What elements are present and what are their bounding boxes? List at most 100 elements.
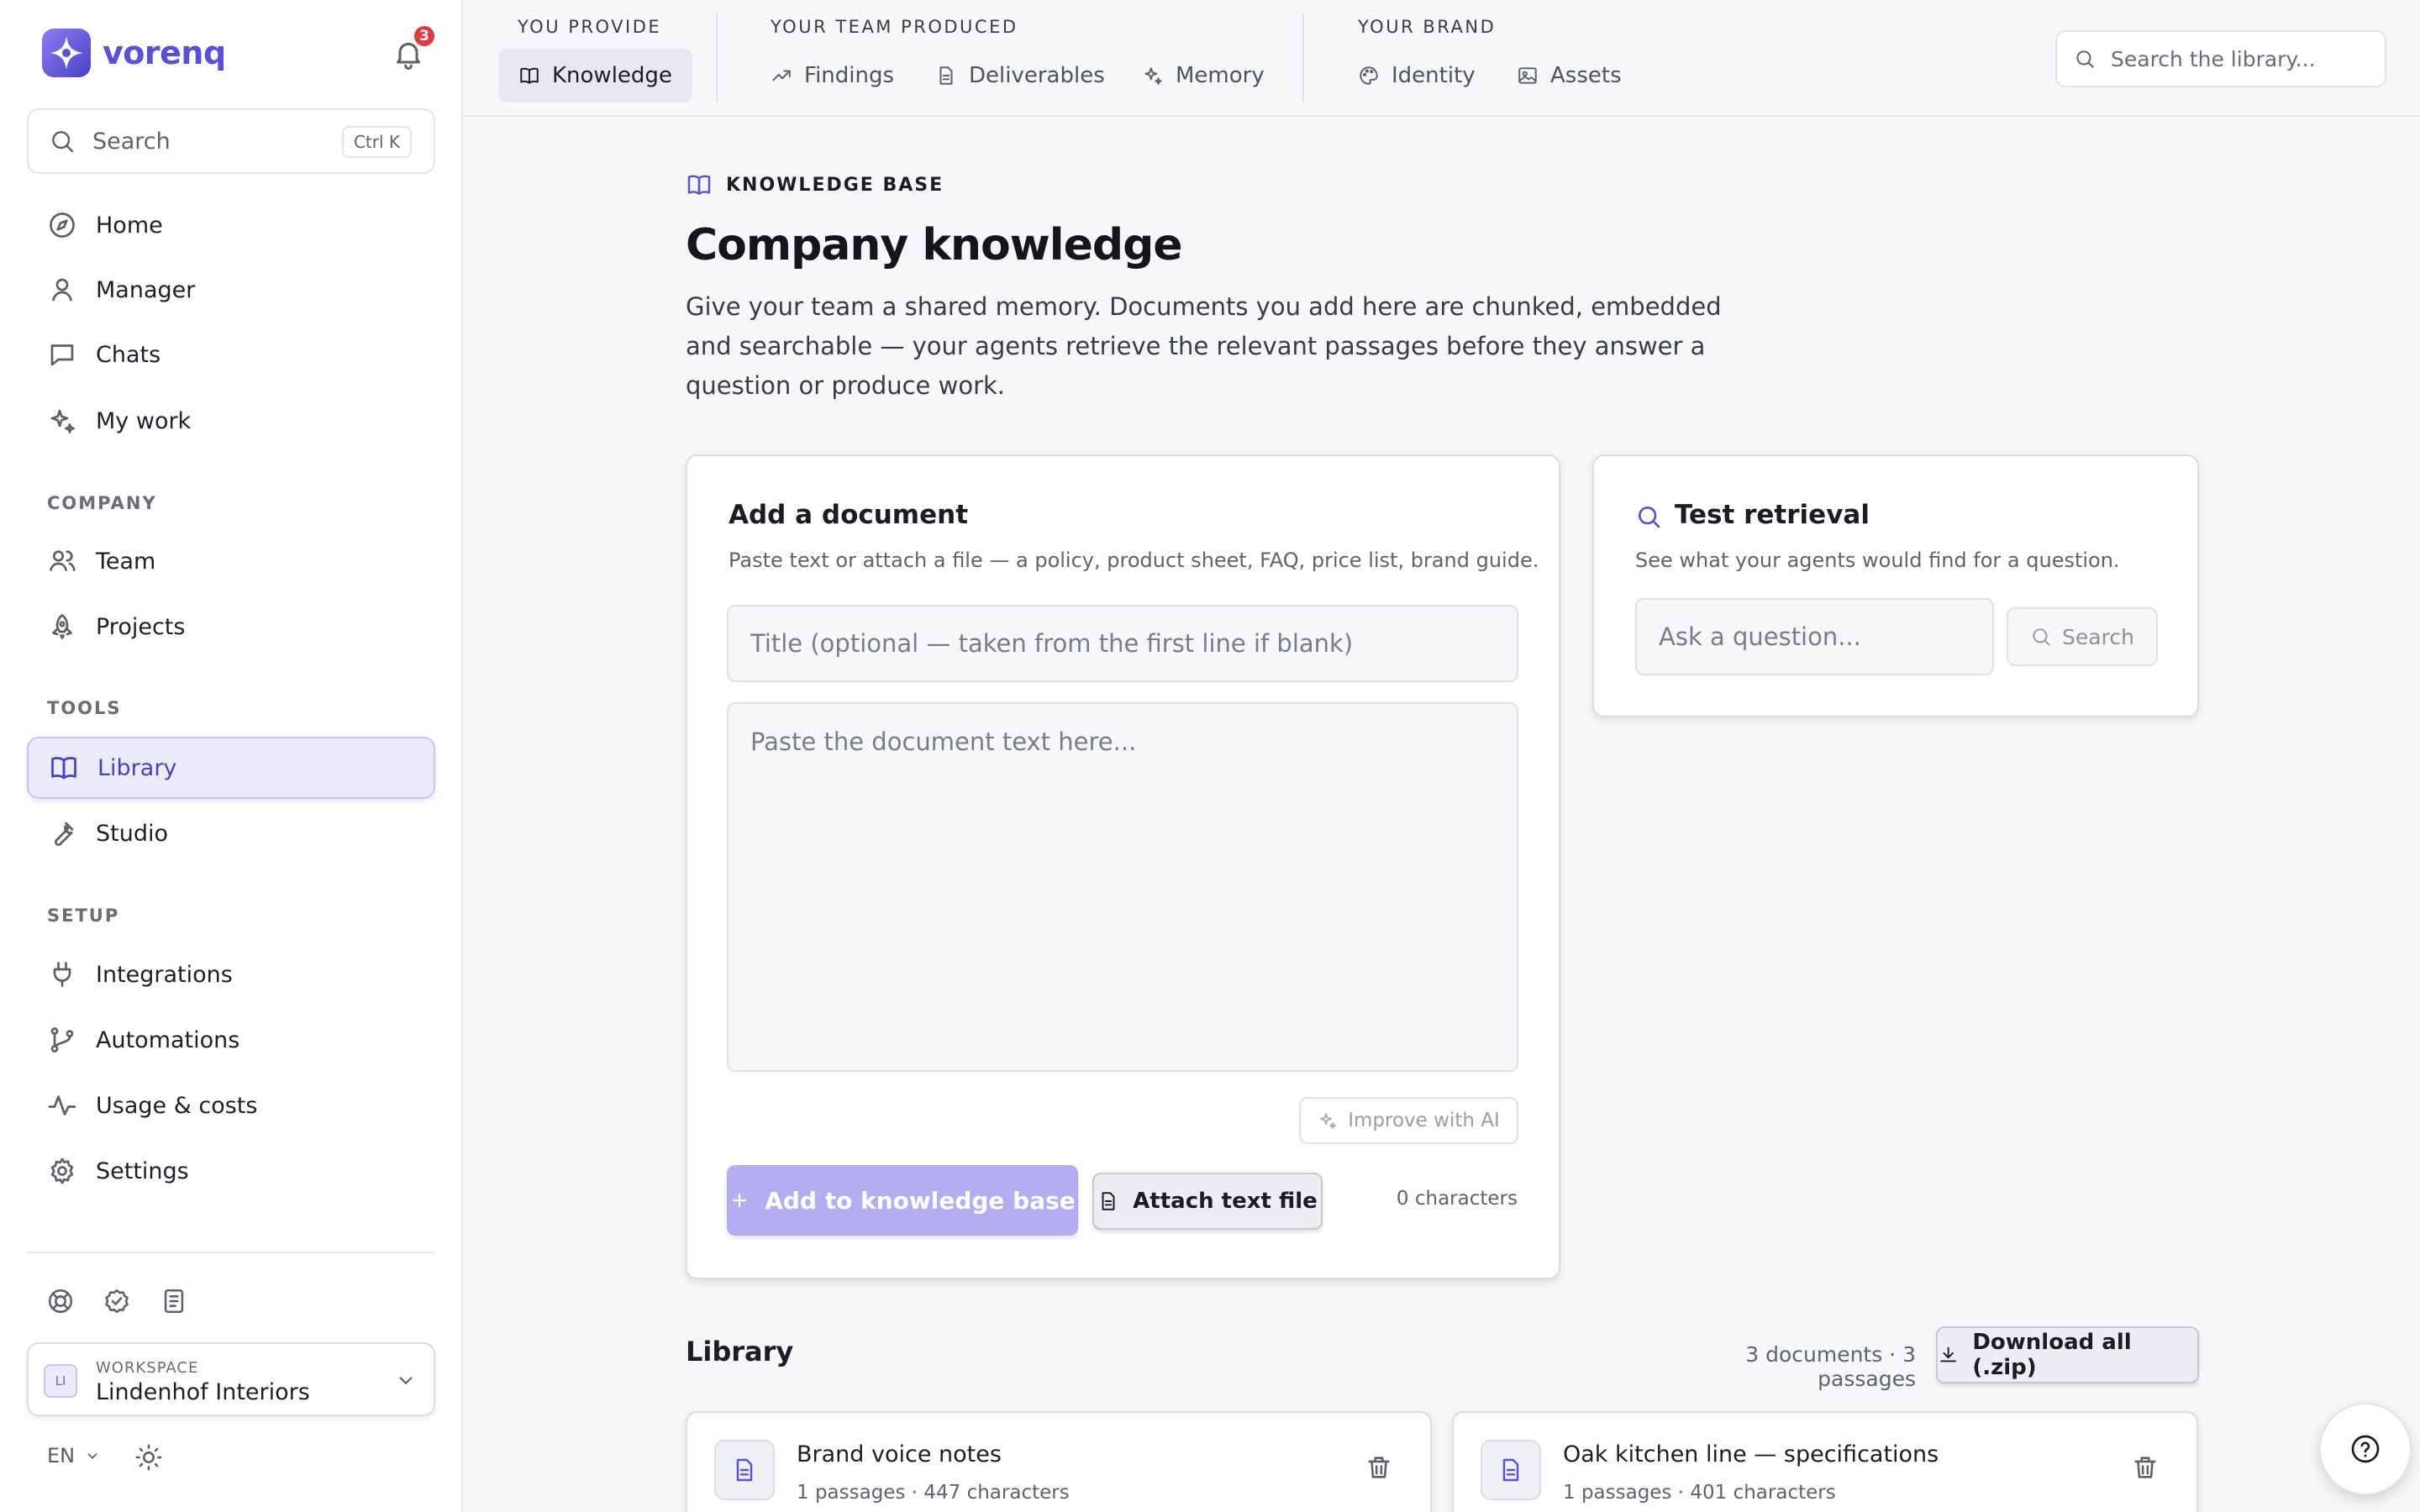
sidebar-item-automations[interactable]: Automations — [27, 1009, 435, 1071]
add-to-knowledge-base-button[interactable]: Add to knowledge base — [727, 1165, 1078, 1236]
tab-label: Findings — [804, 63, 895, 88]
sidebar-item-integrations[interactable]: Integrations — [27, 943, 435, 1005]
search-icon — [52, 131, 74, 153]
workspace-switcher[interactable]: LI WORKSPACE Lindenhof Interiors — [27, 1342, 435, 1416]
file-icon — [1102, 1192, 1115, 1210]
retrieval-search-label: Search — [2062, 624, 2134, 649]
sidebar-item-label: Home — [96, 212, 163, 239]
sparkles-icon — [50, 409, 75, 433]
sidebar-item-settings[interactable]: Settings — [27, 1140, 435, 1202]
topnav-divider — [716, 13, 718, 102]
chevron-down-icon — [399, 1377, 413, 1384]
sidebar-item-label: Projects — [96, 613, 186, 640]
document-meta: 1 passages · 447 characters — [797, 1482, 1070, 1504]
topnav-group-label: YOUR TEAM PRODUCED — [771, 17, 1018, 37]
document-meta: 1 passages · 401 characters — [1563, 1482, 1836, 1504]
sidebar-item-library[interactable]: Library — [27, 737, 435, 799]
sun-icon[interactable] — [134, 1443, 163, 1472]
document-body-textarea[interactable] — [727, 702, 1518, 1072]
workspace-label: WORKSPACE — [96, 1359, 199, 1377]
document-card[interactable]: Brand voice notes 1 passages · 447 chara… — [686, 1411, 1432, 1512]
retrieval-question-input[interactable] — [1635, 598, 1994, 675]
topnav-divider — [1302, 13, 1304, 102]
library-stats: 3 documents · 3 passages — [1745, 1342, 1916, 1391]
download-all-label: Download all (.zip) — [1972, 1330, 2132, 1380]
page-title: Company knowledge — [686, 220, 1183, 270]
document-icon — [714, 1440, 775, 1500]
sidebar-item-team[interactable]: Team — [27, 530, 435, 592]
gear-icon — [50, 1158, 74, 1184]
sparkles-icon — [1320, 1113, 1337, 1129]
tab-label: Knowledge — [552, 63, 672, 88]
book-open-icon — [520, 67, 539, 84]
improve-with-ai-button[interactable]: Improve with AI — [1299, 1097, 1518, 1144]
search-icon — [2033, 628, 2050, 646]
sidebar-item-label: Manager — [96, 276, 196, 303]
tab-deliverables[interactable]: Deliverables — [915, 49, 1125, 102]
search-icon — [1639, 507, 1660, 528]
sidebar-item-home[interactable]: Home — [27, 194, 435, 256]
git-branch-icon — [50, 1027, 74, 1053]
search-icon — [2076, 50, 2094, 68]
library-search[interactable] — [2055, 30, 2386, 87]
section-label-company: COMPANY — [47, 493, 157, 513]
workspace-avatar: LI — [44, 1364, 77, 1398]
sparkles-icon — [1144, 67, 1162, 85]
trash-icon[interactable] — [2131, 1453, 2160, 1482]
sidebar-item-studio[interactable]: Studio — [27, 802, 435, 864]
sidebar-item-chats[interactable]: Chats — [27, 323, 435, 386]
wrench-icon — [54, 822, 74, 847]
document-card[interactable]: Oak kitchen line — specifications 1 pass… — [1452, 1411, 2198, 1512]
language-selector[interactable]: EN — [47, 1444, 102, 1467]
topnav-group-label: YOUR BRAND — [1358, 17, 1497, 37]
card-title: Add a document — [729, 500, 969, 530]
sidebar-item-projects[interactable]: Projects — [27, 596, 435, 658]
plus-icon — [733, 1193, 747, 1208]
user-icon — [52, 278, 72, 302]
card-subtitle: Paste text or attach a file — a policy, … — [729, 549, 1539, 572]
character-count: 0 characters — [1396, 1188, 1518, 1210]
help-circle-icon — [2351, 1435, 2380, 1463]
brand[interactable]: vorenq — [42, 29, 226, 77]
image-icon — [1518, 67, 1537, 84]
tab-knowledge[interactable]: Knowledge — [498, 49, 692, 102]
book-open-icon — [687, 175, 711, 195]
brand-logo-icon — [42, 29, 91, 77]
library-search-input[interactable] — [2111, 46, 2380, 71]
add-to-knowledge-base-label: Add to knowledge base — [765, 1186, 1076, 1215]
sidebar-item-my-work[interactable]: My work — [27, 390, 435, 452]
eyebrow: KNOWLEDGE BASE — [686, 171, 944, 198]
tab-label: Identity — [1392, 63, 1476, 88]
plug-icon — [53, 962, 71, 987]
sidebar-item-manager[interactable]: Manager — [27, 259, 435, 321]
trash-icon[interactable] — [1365, 1453, 1393, 1482]
sidebar-item-label: Automations — [96, 1026, 240, 1053]
shield-check-icon[interactable] — [103, 1287, 131, 1315]
sidebar-item-label: Studio — [96, 820, 168, 847]
download-all-button[interactable]: Download all (.zip) — [1936, 1326, 2199, 1383]
sidebar-item-usage-costs[interactable]: Usage & costs — [27, 1074, 435, 1137]
palette-icon — [1360, 66, 1378, 85]
activity-icon — [48, 1095, 76, 1116]
file-icon — [736, 1458, 753, 1482]
retrieval-search-button[interactable]: Search — [2007, 607, 2158, 666]
eyebrow-label: KNOWLEDGE BASE — [726, 174, 944, 196]
attach-text-file-button[interactable]: Attach text file — [1092, 1173, 1323, 1230]
tab-memory[interactable]: Memory — [1122, 49, 1285, 102]
rocket-icon — [52, 614, 72, 639]
section-label-setup: SETUP — [47, 906, 120, 926]
help-button[interactable] — [2319, 1403, 2412, 1495]
topnav-group-label: YOU PROVIDE — [518, 17, 662, 37]
tab-findings[interactable]: Findings — [750, 49, 914, 102]
notification-badge: 3 — [412, 24, 437, 49]
document-title: Oak kitchen line — specifications — [1563, 1441, 1939, 1467]
sidebar-search[interactable]: Search Ctrl K — [27, 108, 435, 174]
lifebuoy-icon[interactable] — [46, 1287, 75, 1315]
page-description: Give your team a shared memory. Document… — [686, 292, 1722, 400]
test-retrieval-card: Test retrieval See what your agents woul… — [1592, 454, 2199, 717]
document-list-icon[interactable] — [160, 1287, 188, 1315]
tab-assets[interactable]: Assets — [1497, 49, 1642, 102]
document-title-input[interactable] — [727, 605, 1518, 682]
tab-identity[interactable]: Identity — [1338, 49, 1496, 102]
sidebar-item-label: Usage & costs — [96, 1092, 258, 1119]
